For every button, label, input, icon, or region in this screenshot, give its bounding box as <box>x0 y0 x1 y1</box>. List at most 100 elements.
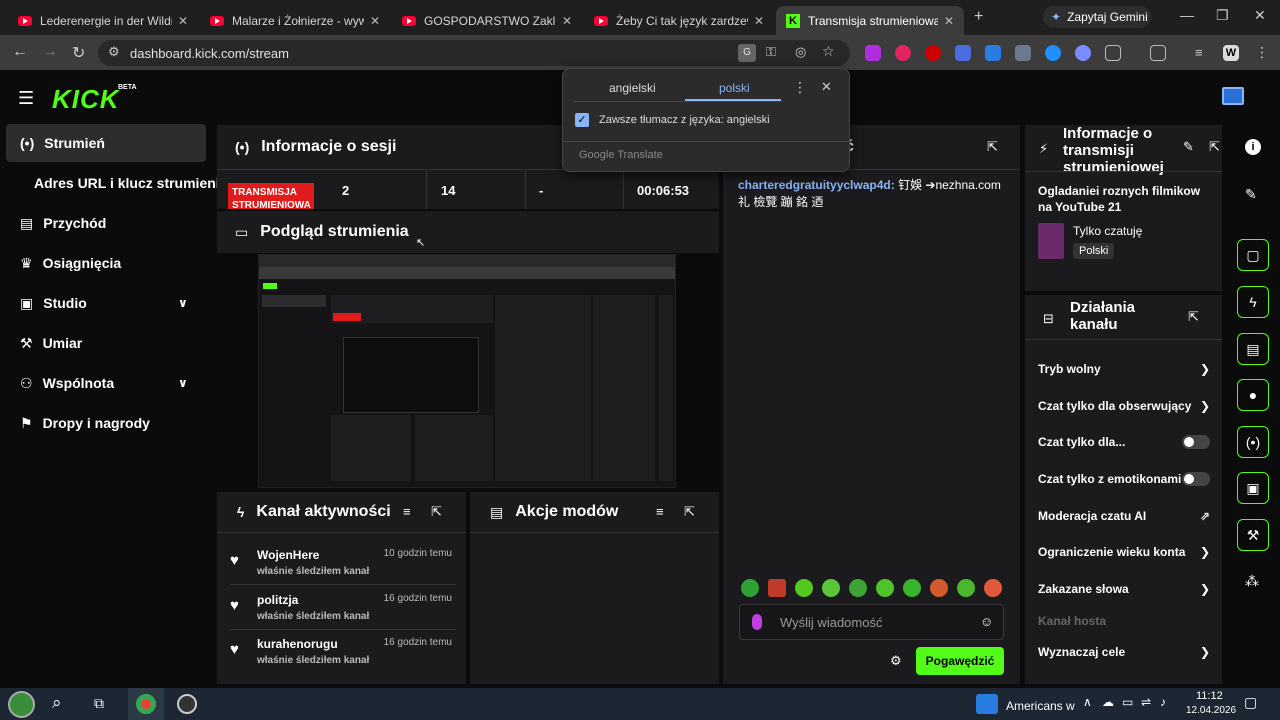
extension-chart-icon[interactable] <box>985 45 1001 61</box>
sidebar-item-achievements[interactable]: ♛ Osiągnięcia <box>6 244 206 282</box>
search-icon[interactable]: ⌕ <box>52 693 62 713</box>
close-tab-icon[interactable]: ✕ <box>754 14 764 28</box>
rail-button-studio[interactable]: ▣ <box>1237 472 1269 504</box>
gemini-button[interactable]: ✦ Zapytaj Gemini <box>1043 6 1151 28</box>
rail-button-moderation[interactable]: ⚒ <box>1237 519 1269 551</box>
translate-menu-icon[interactable]: ⋮ <box>793 79 807 96</box>
kick-logo[interactable]: KICK <box>52 84 120 115</box>
rail-button-stream[interactable]: (•) <box>1237 426 1269 458</box>
clock-date[interactable]: 12.04.2026 <box>1186 705 1236 716</box>
eye-off-icon[interactable]: ◎ <box>795 44 806 60</box>
task-view-icon[interactable]: ⧉ <box>94 695 104 712</box>
profile-avatar[interactable]: W <box>1223 45 1239 61</box>
emote-icon[interactable] <box>822 579 840 597</box>
browser-tab-active[interactable]: K Transmisja strumieniowa – pa ✕ <box>776 6 964 35</box>
emote-icon[interactable] <box>849 579 867 597</box>
browser-tab[interactable]: Żeby Ci tak język zardzewiał ? ✕ <box>584 6 774 35</box>
edit-icon[interactable]: ✎ <box>1183 139 1194 155</box>
microphone-icon[interactable] <box>752 614 762 630</box>
extension-image-icon[interactable] <box>955 45 971 61</box>
tray-chevron-icon[interactable]: ∧ <box>1083 695 1092 709</box>
translate-close-icon[interactable]: ✕ <box>821 79 832 95</box>
key-icon[interactable]: ⚿ <box>766 44 776 60</box>
share-icon[interactable]: ⁂ <box>1245 573 1259 590</box>
tray-monitor-icon[interactable]: ▭ <box>1122 695 1133 709</box>
channel-action-banned-words[interactable]: Zakazane słowa ❯ <box>1038 581 1210 597</box>
stream-preview-video[interactable] <box>258 254 676 488</box>
extension-shield-icon[interactable] <box>1015 45 1031 61</box>
sidebar-item-stream-key[interactable]: Adres URL i klucz strumienia <box>6 164 227 202</box>
back-icon[interactable]: ← <box>12 43 28 61</box>
rail-button-chat[interactable]: ● <box>1237 379 1269 411</box>
close-window-icon[interactable]: ✕ <box>1254 7 1266 24</box>
browser-tab[interactable]: Malarze i Żołnierze - wywiad ✕ <box>200 6 390 35</box>
clock-time[interactable]: 11:12 <box>1196 690 1223 702</box>
sidebar-item-stream[interactable]: (•) Strumień <box>6 124 206 162</box>
channel-action-subs-only[interactable]: Czat tylko dla... <box>1038 434 1210 450</box>
minimize-icon[interactable]: — <box>1180 7 1194 23</box>
chat-input[interactable]: Wyślij wiadomość ☺ <box>739 604 1004 640</box>
obs-icon[interactable] <box>177 694 197 714</box>
activity-username[interactable]: kurahenorugu <box>257 637 338 651</box>
chat-settings-icon[interactable]: ⚙ <box>890 653 902 669</box>
activity-username[interactable]: WojenHere <box>257 548 319 562</box>
new-tab-icon[interactable]: + <box>974 8 983 26</box>
sidebar-item-revenue[interactable]: ▤ Przychód <box>6 204 206 242</box>
popout-icon[interactable]: ⇱ <box>1209 139 1220 155</box>
sidebar-item-community[interactable]: ⚇ Wspólnota ∨ <box>6 364 206 402</box>
popout-icon[interactable]: ⇱ <box>431 504 442 520</box>
tray-usb-icon[interactable]: ⇌ <box>1141 695 1151 709</box>
tray-app-icon[interactable]: ☁ <box>1102 695 1114 709</box>
start-button[interactable] <box>8 691 35 718</box>
popout-icon[interactable]: ⇱ <box>684 504 695 520</box>
news-widget-text[interactable]: Americans w <box>1006 699 1075 713</box>
toggle-switch[interactable] <box>1182 472 1210 486</box>
emote-icon[interactable] <box>795 579 813 597</box>
rail-button-clip[interactable]: ▢ <box>1237 239 1269 271</box>
sidebar-item-moderation[interactable]: ⚒ Umiar <box>6 324 206 362</box>
filter-icon[interactable]: ≡ <box>403 504 411 519</box>
channel-action-goals[interactable]: Wyznaczaj cele ❯ <box>1038 644 1210 660</box>
reload-icon[interactable]: ↻ <box>72 43 85 63</box>
close-tab-icon[interactable]: ✕ <box>944 14 954 28</box>
rail-button-boost[interactable]: ϟ <box>1237 286 1269 318</box>
extension-shazam-icon[interactable] <box>1045 45 1061 61</box>
media-icon[interactable]: ≡ <box>1195 45 1211 61</box>
sidebar-item-drops[interactable]: ⚑ Dropy i nagrody <box>6 404 206 442</box>
profile-icon[interactable] <box>1222 87 1244 105</box>
emote-icon[interactable] <box>876 579 894 597</box>
extensions-puzzle-icon[interactable] <box>1105 45 1121 61</box>
maximize-icon[interactable]: ❐ <box>1216 7 1229 24</box>
extension-ublock-icon[interactable] <box>925 45 941 61</box>
emote-icon[interactable] <box>984 579 1002 597</box>
emote-icon[interactable] <box>957 579 975 597</box>
bookmark-star-icon[interactable]: ☆ <box>822 43 835 60</box>
translate-tab-target[interactable]: polski <box>719 81 750 95</box>
news-widget-icon[interactable] <box>976 694 998 714</box>
volume-icon[interactable]: ♪ <box>1160 695 1166 709</box>
extension-opera-icon[interactable] <box>895 45 911 61</box>
emote-icon[interactable] <box>930 579 948 597</box>
activity-username[interactable]: politzja <box>257 593 298 607</box>
send-chat-button[interactable]: Pogawędzić <box>916 647 1004 675</box>
browser-tab[interactable]: Lederenergie in der Wildnis - ✕ <box>8 6 198 35</box>
extension-circle-icon[interactable] <box>1075 45 1091 61</box>
channel-action-followers-only[interactable]: Czat tylko dla obserwujący ❯ <box>1038 398 1210 414</box>
popout-icon[interactable]: ⇱ <box>987 139 998 155</box>
close-tab-icon[interactable]: ✕ <box>562 14 572 28</box>
address-bar[interactable]: ⚙ dashboard.kick.com/stream G ⚿ ◎ ☆ <box>98 40 850 66</box>
channel-action-ai-moderation[interactable]: Moderacja czatu AI ⇗ <box>1038 508 1210 524</box>
popout-icon[interactable]: ⇱ <box>1188 309 1199 325</box>
notifications-icon[interactable]: ▢ <box>1244 694 1257 711</box>
close-tab-icon[interactable]: ✕ <box>178 14 188 28</box>
chat-username[interactable]: charteredgratuityyclwap4d: <box>738 178 895 192</box>
chrome-taskbar-button[interactable] <box>128 688 164 720</box>
always-translate-checkbox[interactable]: ✓ <box>575 113 589 127</box>
site-info-icon[interactable]: ⚙ <box>108 44 120 60</box>
browser-tab[interactable]: GOSPODARSTWO Zaklinacza ✕ <box>392 6 582 35</box>
emote-icon[interactable] <box>903 579 921 597</box>
extension-download-icon[interactable] <box>865 45 881 61</box>
toggle-switch[interactable] <box>1182 435 1210 449</box>
emoji-picker-icon[interactable]: ☺ <box>980 614 993 629</box>
info-icon[interactable]: i <box>1245 139 1261 155</box>
